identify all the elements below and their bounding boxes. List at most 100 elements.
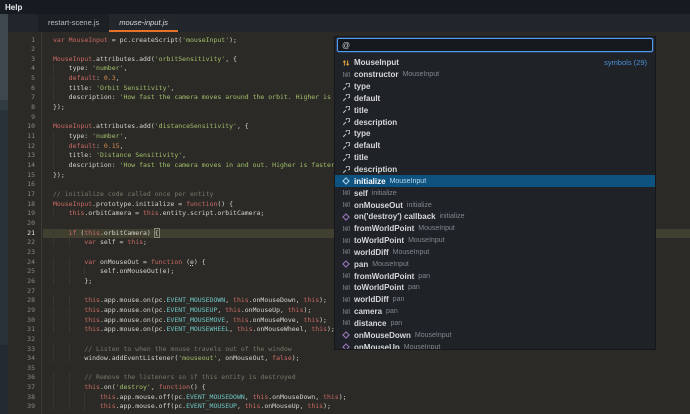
symbol-label: type (354, 82, 370, 91)
variable-symbol-icon: [@] (341, 70, 351, 79)
tab-mouse-input-js[interactable]: mouse-input.js (109, 14, 178, 32)
symbol-item-title[interactable]: title (335, 152, 655, 164)
symbol-detail: MouseInput (418, 225, 455, 232)
symbol-item-type[interactable]: type (335, 128, 655, 140)
line-number: 30 (8, 316, 41, 326)
line-number: 13 (8, 151, 41, 161)
symbol-item-default[interactable]: default (335, 93, 655, 105)
line-number: 17 (8, 190, 41, 200)
code-line[interactable]: this.on('destroy', function() { (43, 383, 690, 393)
symbol-item-on-destroy-callback[interactable]: on('destroy') callbackinitialize (335, 211, 655, 223)
symbol-item-description[interactable]: description (335, 116, 655, 128)
symbol-label: onMouseDown (354, 331, 411, 340)
symbol-item-onmouseup[interactable]: onMouseUpMouseInput (335, 341, 655, 350)
symbol-item-toworldpoint[interactable]: [@]toWorldPointpan (335, 282, 655, 294)
line-number-gutter: 1234567891011121314151617181920212223242… (8, 32, 42, 414)
symbol-label: default (354, 94, 380, 103)
tab-bar: restart-scene.jsmouse-input.js (8, 14, 690, 32)
symbol-detail: MouseInput (408, 237, 445, 244)
symbol-item-onmouseout[interactable]: [@]onMouseOut initialize (335, 199, 655, 211)
left-panel-edge (0, 14, 8, 414)
symbol-item-worlddiff[interactable]: [@]worldDiffMouseInput (335, 247, 655, 259)
symbol-item-fromworldpoint[interactable]: [@]fromWorldPointpan (335, 270, 655, 282)
property-symbol-icon (341, 118, 351, 127)
line-number: 6 (8, 84, 41, 94)
line-number: 20 (8, 219, 41, 229)
code-line[interactable]: // Remove the listeners so if this entit… (43, 373, 690, 383)
variable-symbol-icon: [@] (341, 295, 351, 304)
symbol-item-distance[interactable]: [@]distancepan (335, 318, 655, 330)
line-number: 5 (8, 74, 41, 84)
property-symbol-icon (341, 82, 351, 91)
line-number: 21 (8, 229, 41, 239)
property-symbol-icon (341, 165, 351, 174)
symbol-item-fromworldpoint[interactable]: [@]fromWorldPointMouseInput (335, 223, 655, 235)
left-panel-segment (0, 100, 8, 110)
symbol-label: distance (354, 319, 386, 328)
symbol-item-constructor[interactable]: [@]constructorMouseInput (335, 69, 655, 81)
symbol-label: default (354, 141, 380, 150)
left-panel-segment (0, 345, 8, 414)
line-number: 35 (8, 364, 41, 374)
symbol-label: toWorldPoint (354, 236, 404, 245)
symbol-detail: initialize (407, 202, 432, 209)
symbol-label: description (354, 118, 397, 127)
symbol-detail: MouseInput (390, 178, 427, 185)
symbol-list: MouseInputsymbols (29)[@]constructorMous… (335, 57, 655, 350)
symbol-label: worldDiff (354, 295, 389, 304)
symbol-item-default[interactable]: default (335, 140, 655, 152)
line-number: 16 (8, 180, 41, 190)
line-number: 31 (8, 325, 41, 335)
line-number: 1 (8, 36, 41, 46)
symbol-detail: initialize (372, 190, 397, 197)
line-number: 14 (8, 161, 41, 171)
symbol-label: toWorldPoint (354, 283, 404, 292)
code-line[interactable]: this.app.mouse.off(pc.EVENT_MOUSEDOWN, t… (43, 393, 690, 403)
variable-symbol-icon: [@] (341, 248, 351, 257)
line-number: 27 (8, 287, 41, 297)
variable-symbol-icon: [@] (341, 272, 351, 281)
symbol-item-worlddiff[interactable]: [@]worldDiffpan (335, 294, 655, 306)
variable-symbol-icon: [@] (341, 201, 351, 210)
symbol-detail: pan (386, 308, 398, 315)
symbol-detail: MouseInput (415, 332, 452, 339)
line-number: 8 (8, 103, 41, 113)
method-symbol-icon (341, 177, 351, 186)
symbol-item-onmousedown[interactable]: onMouseDown MouseInput (335, 329, 655, 341)
code-line[interactable]: this.app.mouse.off(pc.EVENT_MOUSEUP, thi… (43, 402, 690, 412)
symbol-search-input[interactable] (337, 38, 653, 52)
symbol-detail: MouseInput (393, 249, 430, 256)
symbol-item-title[interactable]: title (335, 104, 655, 116)
property-symbol-icon (341, 94, 351, 103)
symbol-detail: pan (418, 273, 430, 280)
property-symbol-icon (341, 129, 351, 138)
symbol-label: onMouseOut (354, 201, 403, 210)
symbol-item-camera[interactable]: [@]camerapan (335, 306, 655, 318)
symbol-label: onMouseUp (354, 343, 400, 350)
line-number: 33 (8, 345, 41, 355)
line-number: 15 (8, 171, 41, 181)
symbol-item-type[interactable]: type (335, 81, 655, 93)
line-number: 18 (8, 200, 41, 210)
symbol-detail: MouseInput (372, 261, 409, 268)
menu-bar: Help (0, 0, 690, 14)
line-number: 37 (8, 383, 41, 393)
menu-item-help[interactable]: Help (0, 0, 27, 14)
class-symbol-icon (341, 58, 351, 67)
code-line[interactable]: window.addEventListener('mouseout', onMo… (43, 354, 690, 364)
line-number: 26 (8, 277, 41, 287)
symbol-item-description[interactable]: description (335, 164, 655, 176)
symbol-item-mouseinput[interactable]: MouseInputsymbols (29) (335, 57, 655, 69)
symbol-label: pan (354, 260, 368, 269)
property-symbol-icon (341, 153, 351, 162)
line-number: 10 (8, 122, 41, 132)
symbol-item-initialize[interactable]: initializeMouseInput (335, 175, 655, 187)
symbol-item-toworldpoint[interactable]: [@]toWorldPointMouseInput (335, 235, 655, 247)
code-line[interactable] (43, 364, 690, 374)
line-number: 3 (8, 55, 41, 65)
symbol-label: MouseInput (354, 58, 399, 67)
symbol-item-self[interactable]: [@]selfinitialize (335, 187, 655, 199)
method-symbol-icon (341, 331, 351, 340)
tab-restart-scene-js[interactable]: restart-scene.js (38, 14, 109, 32)
symbol-item-pan[interactable]: pan MouseInput (335, 258, 655, 270)
